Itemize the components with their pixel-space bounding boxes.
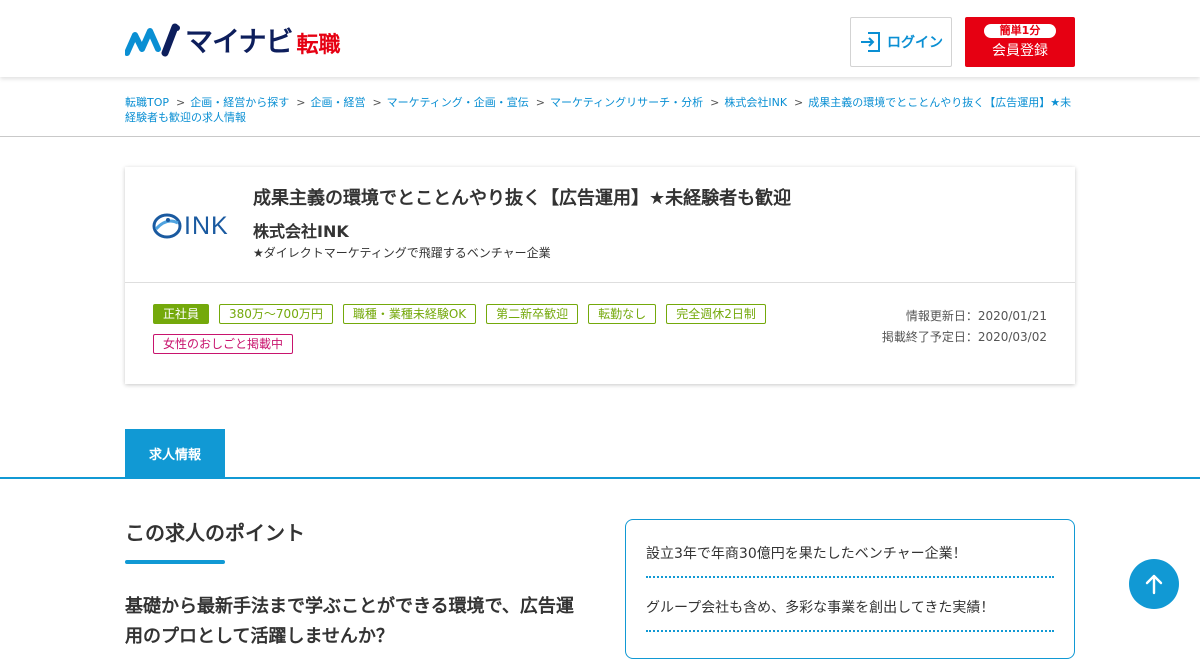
tag-row: 女性のおしごと掲載中	[153, 334, 813, 354]
tag-second-graduate: 第二新卒歓迎	[486, 304, 579, 324]
register-button[interactable]: 簡単1分 会員登録	[965, 17, 1075, 67]
site-header: マイナビ 転職 ログイン 簡単1分 会員登録	[0, 0, 1200, 77]
company-logo: INK	[152, 211, 234, 241]
breadcrumb-link-planning[interactable]: 企画・経営	[310, 96, 365, 109]
job-tags: 正社員 380万～700万円 職種・業種未経験OK 第二新卒歓迎 転勤なし 完全…	[153, 304, 813, 364]
breadcrumb-separator: >	[535, 96, 546, 109]
heading-underline	[125, 560, 225, 564]
tag-salary: 380万～700万円	[219, 304, 333, 324]
company-catchcopy: ★ダイレクトマーケティングで飛躍するベンチャー企業	[253, 246, 551, 260]
register-badge: 簡単1分	[984, 24, 1056, 38]
breadcrumb-separator: >	[176, 96, 186, 109]
tag-row: 正社員 380万～700万円 職種・業種未経験OK 第二新卒歓迎 転勤なし 完全…	[153, 304, 813, 324]
feature-item: グループ会社も含め、多彩な事業を創出してきた実績！	[646, 578, 1054, 632]
breadcrumb-link-company[interactable]: 株式会社INK	[724, 96, 787, 109]
breadcrumb-link-marketing[interactable]: マーケティング・企画・宣伝	[387, 96, 529, 109]
login-icon	[861, 32, 880, 52]
job-title: 成果主義の環境でとことんやり抜く【広告運用】★未経験者も歓迎	[253, 188, 792, 209]
feature-text: グループ会社も含め、多彩な事業を創出してきた実績！	[646, 600, 995, 616]
feature-item: 設立3年で年商30億円を果たしたベンチャー企業！	[646, 524, 1054, 578]
tab-bar: 求人情報	[0, 429, 1200, 479]
company-name: 株式会社INK	[253, 222, 349, 241]
mynavi-logo-icon	[125, 23, 180, 57]
site-logo[interactable]: マイナビ 転職	[125, 22, 340, 58]
updated-date: 情報更新日：2020/01/21	[905, 309, 1047, 323]
breadcrumb: 転職TOP > 企画・経営から探す > 企画・経営 > マーケティング・企画・宣伝 > マーケテ…	[125, 95, 1080, 125]
end-date: 掲載終了予定日：2020/03/02	[881, 330, 1047, 344]
login-button[interactable]: ログイン	[850, 17, 952, 67]
logo-text: マイナビ	[185, 25, 293, 58]
job-card-header: INK 成果主義の環境でとことんやり抜く【広告運用】★未経験者も歓迎 株式会社I…	[125, 167, 1075, 283]
breadcrumb-bar: 転職TOP > 企画・経営から探す > 企画・経営 > マーケティング・企画・宣伝 > マーケテ…	[0, 77, 1200, 137]
breadcrumb-link-top[interactable]: 転職TOP	[125, 96, 169, 109]
company-logo-text: INK	[184, 211, 229, 240]
breadcrumb-link-research[interactable]: マーケティングリサーチ・分析	[550, 96, 703, 109]
features-box: 設立3年で年商30億円を果たしたベンチャー企業！ グループ会社も含め、多彩な事業…	[625, 519, 1075, 659]
job-dates: 情報更新日：2020/01/21 掲載終了予定日：2020/03/02	[882, 306, 1047, 348]
tag-no-transfer: 転勤なし	[588, 304, 657, 324]
tab-job-info[interactable]: 求人情報	[125, 429, 225, 477]
feature-text: 設立3年で年商30億円を果たしたベンチャー企業！	[646, 546, 967, 562]
tag-weekends-off: 完全週休2日制	[666, 304, 766, 324]
register-label: 会員登録	[992, 43, 1048, 59]
breadcrumb-separator: >	[794, 96, 804, 109]
tag-employment-type: 正社員	[153, 304, 210, 324]
job-summary-card: INK 成果主義の環境でとことんやり抜く【広告運用】★未経験者も歓迎 株式会社I…	[125, 167, 1075, 384]
ink-swirl-icon	[152, 213, 182, 239]
breadcrumb-link-planning-search[interactable]: 企画・経営から探す	[190, 96, 289, 109]
points-lead: 基礎から最新手法まで学ぶことができる環境で、広告運用のプロとして活躍しませんか？	[125, 596, 574, 647]
breadcrumb-separator: >	[710, 96, 720, 109]
breadcrumb-separator: >	[372, 96, 382, 109]
logo-subtext: 転職	[296, 33, 341, 58]
tag-women-jobs: 女性のおしごと掲載中	[153, 334, 294, 354]
points-heading: この求人のポイント	[125, 521, 305, 545]
arrow-up-icon	[1145, 574, 1163, 595]
login-label: ログイン	[887, 35, 943, 51]
back-to-top-button[interactable]	[1129, 559, 1179, 609]
tag-inexperienced-ok: 職種・業種未経験OK	[342, 304, 477, 324]
breadcrumb-separator: >	[296, 96, 306, 109]
